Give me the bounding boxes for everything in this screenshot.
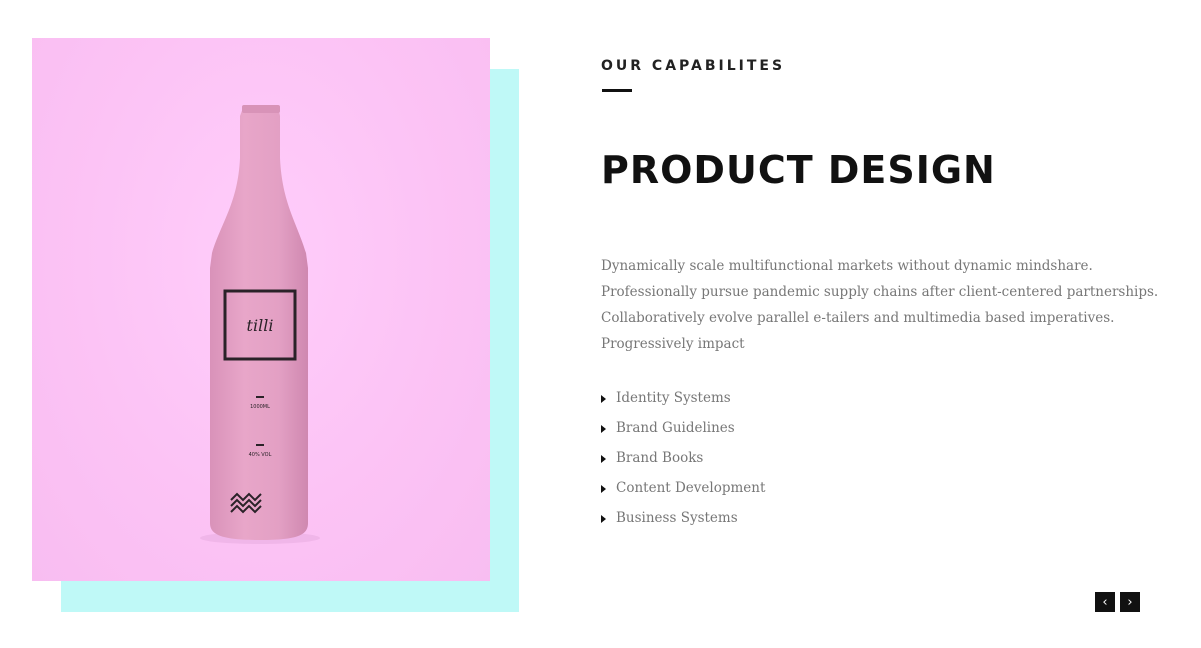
description-line: Progressively impact — [601, 336, 745, 352]
product-photo: tilli 1000ML 40% VOL — [32, 38, 490, 581]
description-line: Dynamically scale multifunctional market… — [601, 258, 1093, 274]
list-item: Business Systems — [601, 503, 765, 533]
chevron-right-icon: › — [1127, 594, 1133, 610]
section-title: PRODUCT DESIGN — [601, 148, 996, 192]
triangle-bullet-icon — [601, 425, 606, 433]
section-eyebrow: OUR CAPABILITES — [601, 58, 786, 74]
description-line: Collaboratively evolve parallel e-tailer… — [601, 310, 1115, 326]
feature-label: Identity Systems — [616, 390, 731, 406]
label-text: tilli — [247, 316, 274, 335]
triangle-bullet-icon — [601, 455, 606, 463]
triangle-bullet-icon — [601, 485, 606, 493]
list-item: Content Development — [601, 473, 765, 503]
feature-label: Business Systems — [616, 510, 738, 526]
chevron-left-icon: ‹ — [1102, 594, 1108, 610]
feature-list: Identity Systems Brand Guidelines Brand … — [601, 383, 765, 533]
feature-label: Content Development — [616, 480, 766, 496]
feature-label: Brand Guidelines — [616, 420, 735, 436]
feature-label: Brand Books — [616, 450, 704, 466]
list-item: Identity Systems — [601, 383, 765, 413]
volume-text: 1000ML — [250, 404, 270, 410]
eyebrow-divider — [602, 89, 632, 92]
list-item: Brand Guidelines — [601, 413, 765, 443]
triangle-bullet-icon — [601, 515, 606, 523]
previous-button[interactable]: ‹ — [1095, 592, 1115, 612]
list-item: Brand Books — [601, 443, 765, 473]
triangle-bullet-icon — [601, 395, 606, 403]
section-description: Dynamically scale multifunctional market… — [601, 253, 1159, 357]
abv-text: 40% VOL — [249, 452, 272, 458]
wine-bottle-image: tilli 1000ML 40% VOL — [200, 105, 320, 544]
next-button[interactable]: › — [1120, 592, 1140, 612]
description-line: Professionally pursue pandemic supply ch… — [601, 284, 1159, 300]
